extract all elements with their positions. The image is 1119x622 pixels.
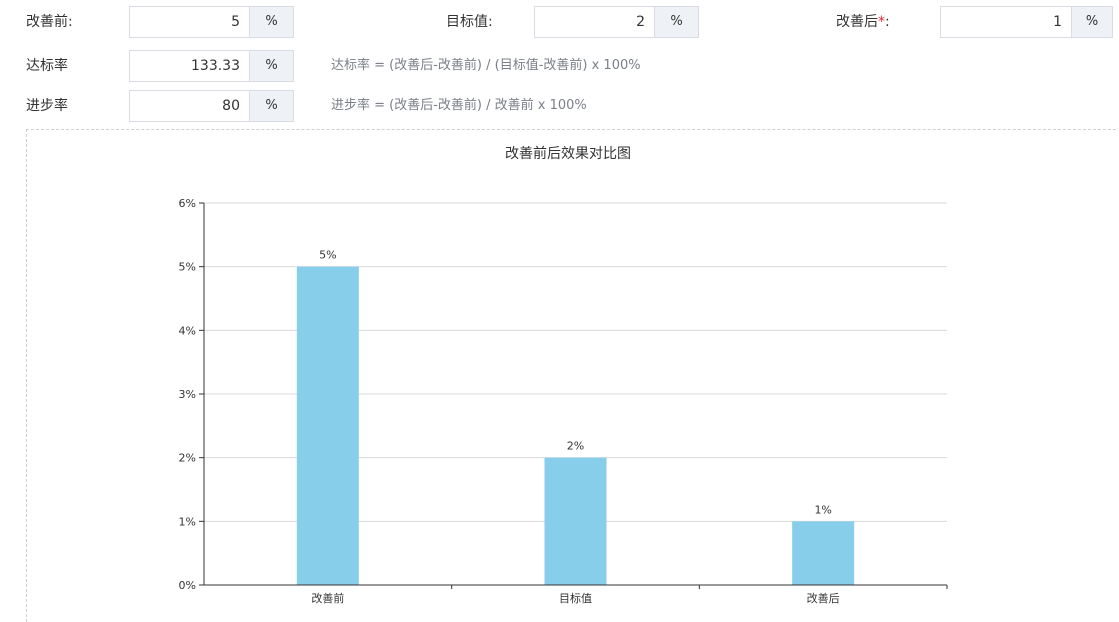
bar (792, 521, 855, 585)
target-input[interactable] (534, 6, 654, 38)
bar-value-label: 2% (567, 440, 584, 453)
bar-value-label: 5% (319, 249, 336, 262)
progress-label: 进步率 (26, 98, 68, 114)
target-unit: % (654, 6, 699, 38)
progress-input[interactable] (129, 90, 249, 122)
before-unit: % (249, 6, 294, 38)
target-label: 目标值: (446, 14, 493, 30)
y-tick-label: 4% (179, 324, 196, 337)
form-row-achievement: 达标率 % 达标率 = (改善后-改善前) / (目标值-改善前) x 100% (0, 47, 1119, 85)
progress-field: % (129, 90, 294, 122)
form-row-progress: 进步率 % 进步率 = (改善后-改善前) / 改善前 x 100% (0, 87, 1119, 125)
progress-unit: % (249, 90, 294, 122)
after-label: 改善后*: (836, 3, 890, 41)
progress-formula: 进步率 = (改善后-改善前) / 改善前 x 100% (331, 98, 587, 113)
y-tick-label: 5% (179, 261, 196, 274)
bar-value-label: 1% (814, 503, 831, 516)
required-mark: * (878, 14, 885, 30)
after-label-colon: : (885, 14, 890, 30)
y-tick-label: 2% (179, 452, 196, 465)
x-tick-label: 目标值 (559, 591, 592, 605)
after-field: % (940, 6, 1113, 38)
bar (544, 457, 607, 585)
form-row-values: 改善前: % 目标值: % 改善后*: % (0, 3, 1119, 41)
comparison-chart: 改善前后效果对比图 5% 2% 1% 0% 1% 2% 3% 4% 5% 6% 改善前 目标值 改善后 (179, 145, 948, 605)
target-field: % (534, 6, 699, 38)
before-field: % (129, 6, 294, 38)
achievement-field: % (129, 50, 294, 82)
y-tick-label: 6% (179, 197, 196, 210)
achievement-formula: 达标率 = (改善后-改善前) / (目标值-改善前) x 100% (331, 58, 641, 73)
achievement-input[interactable] (129, 50, 249, 82)
after-input[interactable] (940, 6, 1071, 38)
bar (296, 266, 359, 585)
y-tick-label: 1% (179, 515, 196, 528)
achievement-unit: % (249, 50, 294, 82)
y-tick-label: 3% (179, 388, 196, 401)
x-tick-label: 改善后 (807, 591, 840, 605)
chart-title: 改善前后效果对比图 (505, 145, 631, 162)
after-label-text: 改善后 (836, 14, 878, 30)
before-input[interactable] (129, 6, 249, 38)
chart-container: 改善前后效果对比图 5% 2% 1% 0% 1% 2% 3% 4% 5% 6% 改善前 目标值 改善后 (26, 129, 1116, 622)
x-tick-label: 改善前 (311, 591, 344, 605)
achievement-label: 达标率 (26, 58, 68, 74)
y-tick-label: 0% (179, 579, 196, 592)
after-unit: % (1071, 6, 1113, 38)
before-label: 改善前: (26, 14, 73, 30)
bar-layer: 5% 2% 1% (296, 249, 855, 585)
